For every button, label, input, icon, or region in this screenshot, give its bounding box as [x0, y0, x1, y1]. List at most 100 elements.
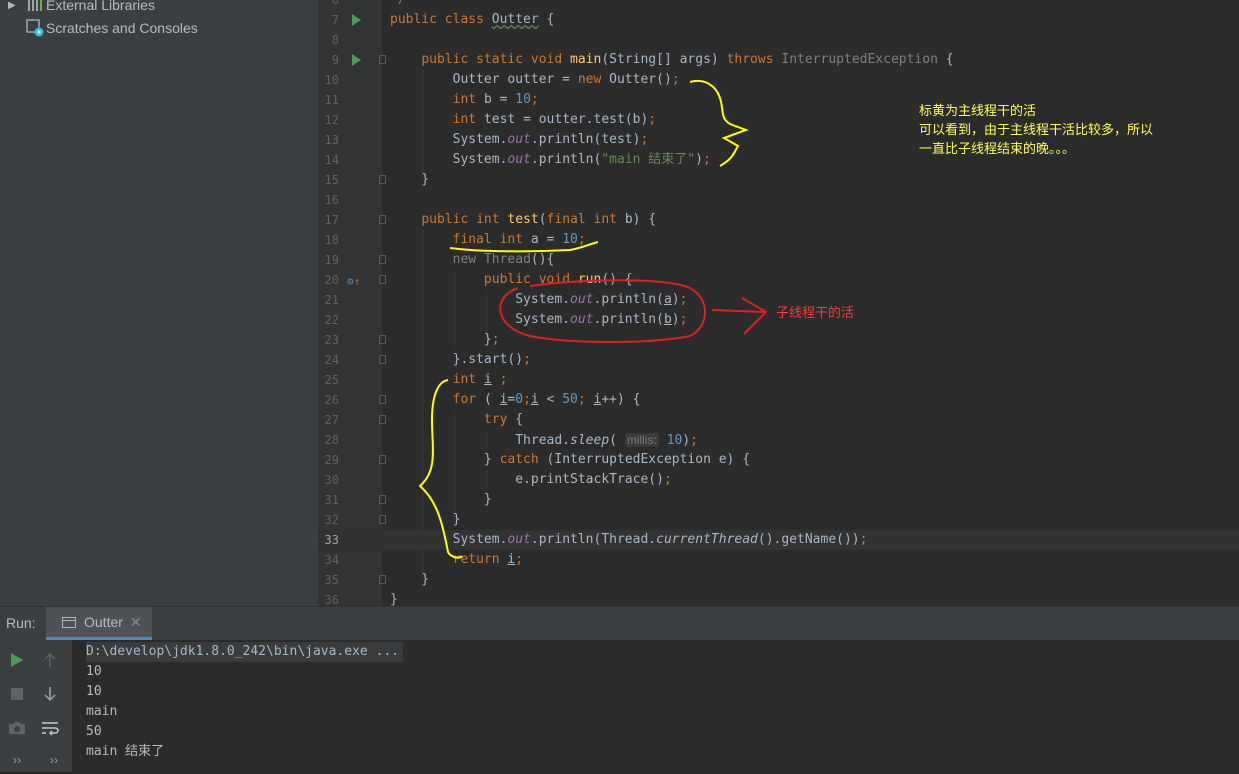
line-number: 33 [324, 533, 339, 547]
arrow-down-icon [44, 687, 56, 702]
close-icon[interactable]: ✕ [130, 614, 142, 631]
run-panel-header: Run: Outter ✕ [0, 606, 1239, 640]
line-number: 17 [324, 213, 339, 227]
run-main-icon[interactable] [352, 54, 361, 66]
code-editor[interactable]: 6 */ 7 public class Outter { 8 9 public … [318, 0, 1239, 606]
code-line[interactable]: 24 }.start(); [318, 350, 1239, 370]
line-number: 31 [324, 493, 339, 507]
console-line: 10 [86, 684, 102, 699]
code-line[interactable]: 28 Thread.sleep( millis: 10); [318, 430, 1239, 450]
fold-icon[interactable] [379, 335, 386, 344]
double-chevron-icon: ›› [50, 753, 58, 767]
line-number: 10 [324, 73, 339, 87]
code-line[interactable]: 8 [318, 30, 1239, 50]
line-number: 32 [324, 513, 339, 527]
line-number: 23 [324, 333, 339, 347]
code-line[interactable]: 6 */ [318, 0, 1239, 10]
code-line[interactable]: 35 } [318, 570, 1239, 590]
double-chevron-icon: ›› [13, 753, 21, 767]
fold-icon[interactable] [379, 355, 386, 364]
fold-icon[interactable] [379, 55, 386, 64]
project-tree-panel: ▶ External Libraries Scratches and Conso… [0, 0, 318, 606]
code-line[interactable]: 20 ⊙↑ public void run() { [318, 270, 1239, 290]
fold-icon[interactable] [379, 255, 386, 264]
tree-item-scratches-and-consoles[interactable]: Scratches and Consoles [8, 17, 198, 39]
run-tab-label: Outter [84, 614, 123, 630]
line-number: 30 [324, 473, 339, 487]
line-number: 29 [324, 453, 339, 467]
line-number: 18 [324, 233, 339, 247]
line-number: 22 [324, 313, 339, 327]
parameter-hint: millis: [624, 433, 659, 447]
tree-item-external-libraries[interactable]: ▶ External Libraries [8, 0, 155, 16]
more-actions-button[interactable]: ›› [3, 746, 31, 774]
run-tab-outter[interactable]: Outter ✕ [46, 607, 152, 640]
line-number: 16 [324, 193, 339, 207]
code-line[interactable]: 31 } [318, 490, 1239, 510]
line-number: 13 [324, 133, 339, 147]
code-line[interactable]: 7 public class Outter { [318, 10, 1239, 30]
code-line[interactable]: 30 e.printStackTrace(); [318, 470, 1239, 490]
run-toolbar: ›› ›› [0, 640, 72, 772]
scroll-up-button[interactable] [36, 646, 64, 674]
screenshot-button[interactable] [3, 714, 31, 742]
line-number: 27 [324, 413, 339, 427]
expand-arrow-icon[interactable]: ▶ [8, 0, 24, 11]
line-number: 8 [331, 33, 339, 47]
code-line[interactable]: 19 new Thread(){ [318, 250, 1239, 270]
console-line: 50 [86, 724, 102, 739]
fold-icon[interactable] [379, 575, 386, 584]
run-class-icon[interactable] [352, 14, 361, 26]
line-number: 26 [324, 393, 339, 407]
scroll-down-button[interactable] [36, 680, 64, 708]
fold-icon[interactable] [379, 175, 386, 184]
rerun-button[interactable] [3, 646, 31, 674]
play-icon [11, 653, 23, 667]
fold-icon[interactable] [379, 455, 386, 464]
line-number: 34 [324, 553, 339, 567]
console-output[interactable]: D:\develop\jdk1.8.0_242\bin\java.exe ...… [72, 640, 1239, 772]
fold-icon[interactable] [379, 215, 386, 224]
code-line[interactable]: 36 } [318, 590, 1239, 606]
code-line[interactable]: 25 int i ; [318, 370, 1239, 390]
code-line[interactable]: 32 } [318, 510, 1239, 530]
line-number: 28 [324, 433, 339, 447]
code-line[interactable]: 34 return i; [318, 550, 1239, 570]
line-number: 11 [324, 93, 339, 107]
run-label: Run: [6, 615, 36, 631]
fold-icon[interactable] [379, 415, 386, 424]
line-number: 6 [331, 0, 339, 7]
code-line[interactable]: 29 } catch (InterruptedException e) { [318, 450, 1239, 470]
code-line[interactable]: 16 [318, 190, 1239, 210]
line-number: 24 [324, 353, 339, 367]
child-thread-note: 子线程干的活 [776, 306, 855, 321]
code-line[interactable]: 17 public int test(final int b) { [318, 210, 1239, 230]
stop-button[interactable] [3, 680, 31, 708]
code-line[interactable]: 23 }; [318, 330, 1239, 350]
code-line-current[interactable]: 33 System.out.println(Thread.currentThre… [318, 530, 1239, 550]
stop-icon [11, 688, 23, 700]
line-number: 15 [324, 173, 339, 187]
code-line[interactable]: 18 final int a = 10; [318, 230, 1239, 250]
arrow-up-icon [44, 652, 56, 667]
line-number: 35 [324, 573, 339, 587]
fold-icon[interactable] [379, 515, 386, 524]
code-line[interactable]: 10 Outter outter = new Outter(); [318, 70, 1239, 90]
tree-item-label: Scratches and Consoles [46, 20, 198, 36]
code-line[interactable]: 9 public static void main(String[] args)… [318, 50, 1239, 70]
tree-item-label: External Libraries [46, 0, 155, 13]
console-command-line[interactable]: D:\develop\jdk1.8.0_242\bin\java.exe ... [86, 642, 404, 662]
code-line[interactable]: 27 try { [318, 410, 1239, 430]
more-actions-button-2[interactable]: ›› [40, 746, 68, 774]
fold-icon[interactable] [379, 495, 386, 504]
code-line[interactable]: 26 for ( i=0;i < 50; i++) { [318, 390, 1239, 410]
override-method-icon[interactable]: ⊙↑ [347, 272, 360, 292]
console-line: main 结束了 [86, 744, 165, 759]
library-icon [24, 0, 46, 12]
fold-icon[interactable] [379, 395, 386, 404]
console-line: 10 [86, 664, 102, 679]
fold-icon[interactable] [379, 275, 386, 284]
code-line[interactable]: 15 } [318, 170, 1239, 190]
line-number: 7 [331, 13, 339, 27]
soft-wrap-button[interactable] [36, 714, 64, 742]
